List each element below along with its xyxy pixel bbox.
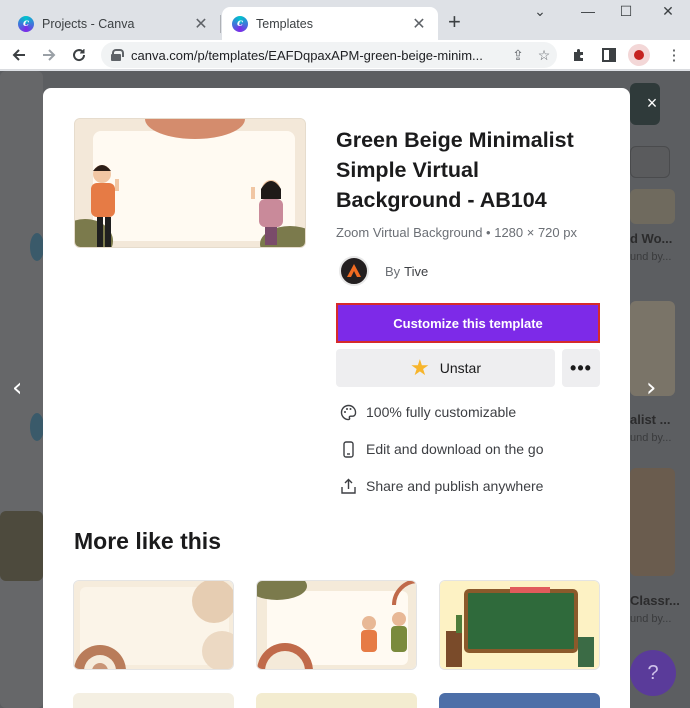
feature-label: Edit and download on the go [366,441,544,457]
previous-template-arrow[interactable]: ‹ [12,373,22,403]
browser-toolbar: canva.com/p/templates/EAFDqpaxAPM-green-… [0,40,690,70]
bg-card-title: Classr... [630,593,680,608]
bg-card-title: d Wo... [630,231,673,246]
author-prefix: By [385,263,401,279]
customize-label: Customize this template [338,305,598,341]
unstar-button[interactable]: ★ Unstar [336,349,555,387]
thumbnail-illustration [74,581,233,669]
feature-mobile: Edit and download on the go [338,438,543,460]
feature-customizable: 100% fully customizable [338,401,516,423]
side-panel-icon[interactable] [597,44,621,66]
template-preview-image[interactable] [74,118,306,248]
more-options-button[interactable]: ••• [562,349,600,387]
mobile-phone-icon [338,439,358,459]
modal-close-button[interactable]: × [642,93,662,113]
similar-template-thumbnail[interactable] [256,580,417,670]
template-modal: Green Beige Minimalist Simple Virtual Ba… [43,88,630,708]
maximize-button[interactable]: ☐ [606,2,646,20]
next-template-arrow[interactable]: › [646,373,656,403]
bookmark-star-icon[interactable]: ☆ [531,47,557,64]
author-row[interactable]: By Tive [339,255,428,287]
template-title: Green Beige Minimalist Simple Virtual Ba… [336,128,574,212]
bg-card-subtitle: und by... [630,432,672,444]
palette-icon [338,402,358,422]
feature-share: Share and publish anywhere [338,475,543,497]
lock-icon [111,49,124,61]
close-tab-icon[interactable]: ✕ [192,14,210,34]
thumbnail-illustration [440,581,599,669]
arrow-right-icon [43,49,56,61]
close-tab-icon[interactable]: ✕ [410,14,428,34]
chevron-down-icon[interactable]: ⌄ [520,2,560,20]
bg-card-subtitle: und by... [630,251,672,263]
new-tab-button[interactable]: + [448,10,461,34]
tab-projects[interactable]: Projects - Canva ✕ [8,7,221,40]
tab-title: Projects - Canva [42,16,135,31]
feature-label: 100% fully customizable [366,404,517,420]
reload-icon [73,49,86,62]
browser-tab-strip: Projects - Canva ✕ Templates ✕ + ⌄ — ☐ ✕ [0,0,690,40]
reload-button[interactable] [66,43,92,67]
tab-title: Templates [256,16,313,31]
tab-templates[interactable]: Templates ✕ [222,7,438,40]
bg-card-title: alist ... [630,412,671,427]
author-avatar [339,256,369,286]
url-text: canva.com/p/templates/EAFDqpaxAPM-green-… [131,47,483,63]
canva-favicon-icon [232,15,248,32]
star-icon: ★ [410,355,430,380]
forward-button[interactable] [36,43,62,67]
share-icon[interactable]: ⇪ [505,47,531,64]
similar-template-thumbnail[interactable] [73,580,234,670]
extensions-puzzle-icon[interactable] [567,44,591,66]
arrow-left-icon [12,49,25,61]
minimize-button[interactable]: — [568,2,608,20]
profile-avatar-icon[interactable] [628,44,650,66]
author-name[interactable]: Tive [404,264,428,279]
more-like-this-heading: More like this [74,528,221,554]
author-logo-icon [347,264,361,277]
preview-illustration [75,119,305,247]
bg-card-subtitle: und by... [630,613,672,625]
similar-template-thumbnail[interactable] [439,580,600,670]
similar-template-thumbnail[interactable] [256,693,417,708]
back-button[interactable] [6,43,32,67]
unstar-label: Unstar [439,360,481,376]
similar-template-thumbnail[interactable] [439,693,600,708]
feature-label: Share and publish anywhere [366,478,544,494]
template-subtitle: Zoom Virtual Background • 1280 × 720 px [336,225,577,240]
thumbnail-illustration [257,581,416,669]
close-window-button[interactable]: ✕ [648,2,688,20]
menu-kebab-icon[interactable]: ⋮ [662,44,686,66]
canva-favicon-icon [18,15,34,32]
customize-template-button[interactable]: Customize this template [336,303,600,343]
help-button[interactable]: ? [630,650,676,696]
share-upload-icon [338,476,358,496]
similar-template-thumbnail[interactable] [73,693,234,708]
address-bar[interactable]: canva.com/p/templates/EAFDqpaxAPM-green-… [101,42,557,68]
